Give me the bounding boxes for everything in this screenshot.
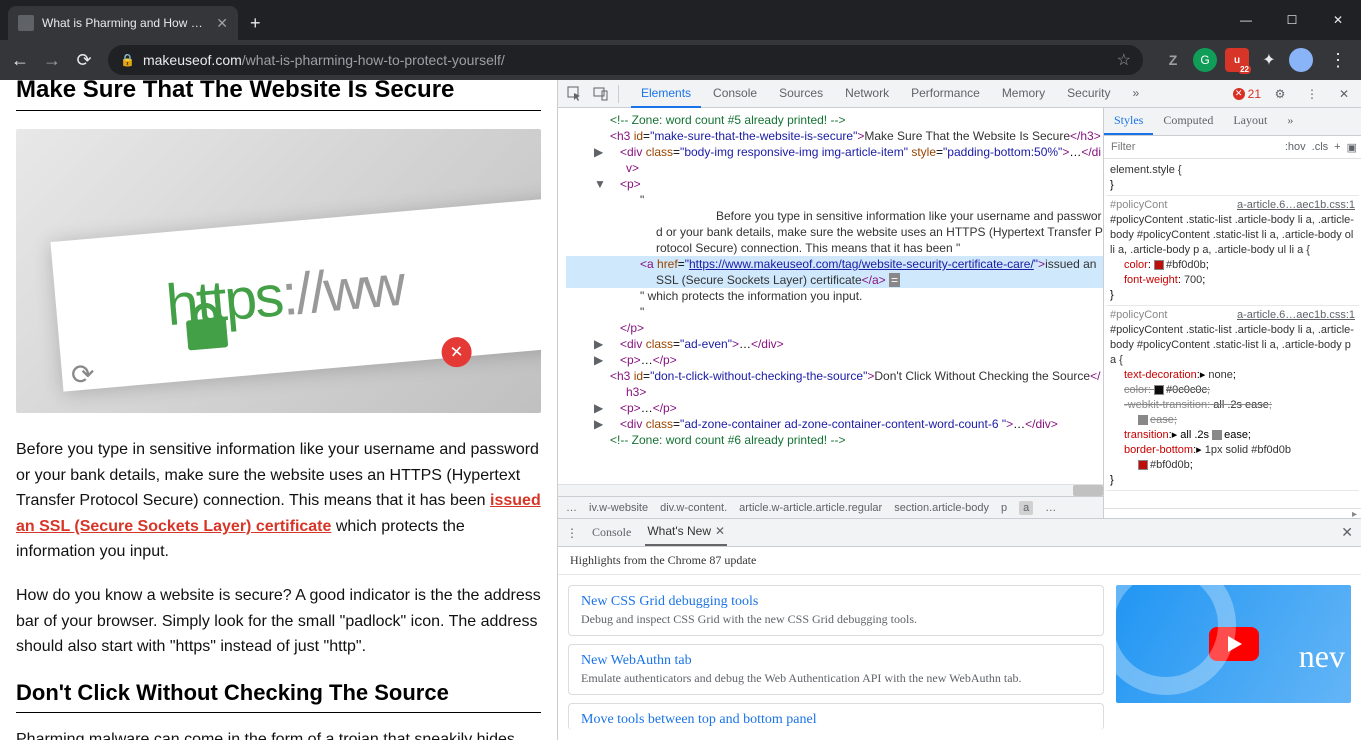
drawer-menu-icon[interactable]: ⋮ xyxy=(566,526,578,540)
browser-menu-icon[interactable]: ⋮ xyxy=(1321,50,1355,71)
styles-panel: Styles Computed Layout » :hov .cls + ▣ xyxy=(1103,108,1361,518)
inspect-element-icon[interactable] xyxy=(562,81,588,107)
extension-icons: Z G u22 ✦ ⋮ xyxy=(1161,48,1355,72)
devtools-panel: Elements Console Sources Network Perform… xyxy=(557,80,1361,740)
drawer-tab-whatsnew[interactable]: What's New✕ xyxy=(645,519,727,546)
section-heading: Make Sure That The Website Is Secure xyxy=(16,80,541,111)
forward-button[interactable]: → xyxy=(38,46,66,74)
reload-graphic-icon: ⟳ xyxy=(71,358,111,398)
browser-toolbar: ← → ⟳ 🔒 makeuseof.com/what-is-pharming-h… xyxy=(0,40,1361,80)
drawer-highlight: Highlights from the Chrome 87 update xyxy=(558,547,1361,575)
titlebar: What is Pharming and How Do Y ✕ + — ☐ ✕ xyxy=(0,0,1361,40)
url-domain: makeuseof.com xyxy=(143,52,242,68)
devtools-close-icon[interactable]: ✕ xyxy=(1331,81,1357,107)
extensions-menu-icon[interactable]: ✦ xyxy=(1257,48,1281,72)
styles-tab-styles[interactable]: Styles xyxy=(1104,108,1153,135)
window-controls: — ☐ ✕ xyxy=(1223,0,1361,40)
stylesheet-link[interactable]: a-article.6…aec1b.css:1 xyxy=(1237,198,1355,213)
back-button[interactable]: ← xyxy=(6,46,34,74)
extension-grammarly-icon[interactable]: G xyxy=(1193,48,1217,72)
whatsnew-card[interactable]: Move tools between top and bottom panel xyxy=(568,703,1104,730)
profile-avatar[interactable] xyxy=(1289,48,1313,72)
reload-button[interactable]: ⟳ xyxy=(70,46,98,74)
tab-title: What is Pharming and How Do Y xyxy=(42,16,208,30)
dom-breadcrumb[interactable]: … iv.w-website div.w-content. article.w-… xyxy=(558,496,1103,518)
devtools-tabs: Elements Console Sources Network Perform… xyxy=(631,80,1149,108)
devtools-header: Elements Console Sources Network Perform… xyxy=(558,80,1361,108)
devtools-drawer: ⋮ Console What's New✕ ✕ Highlights from … xyxy=(558,518,1361,740)
close-button[interactable]: ✕ xyxy=(1315,0,1361,40)
error-count[interactable]: ✕21 xyxy=(1233,87,1261,101)
url-bar[interactable]: 🔒 makeuseof.com/what-is-pharming-how-to-… xyxy=(108,45,1143,75)
new-rule-button[interactable]: + xyxy=(1334,141,1340,153)
tab-console[interactable]: Console xyxy=(703,80,767,108)
close-icon[interactable]: ✕ xyxy=(715,524,725,538)
whatsnew-card[interactable]: New WebAuthn tab Emulate authenticators … xyxy=(568,644,1104,695)
minimize-button[interactable]: — xyxy=(1223,0,1269,40)
stylesheet-link[interactable]: a-article.6…aec1b.css:1 xyxy=(1237,308,1355,323)
tab-close-icon[interactable]: ✕ xyxy=(216,15,228,32)
hero-image: https://ww ✕ ⟳ xyxy=(16,129,541,413)
paragraph: Before you type in sensitive information… xyxy=(16,437,541,565)
paragraph: How do you know a website is secure? A g… xyxy=(16,583,541,660)
section-heading: Don't Click Without Checking The Source xyxy=(16,680,541,713)
tab-security[interactable]: Security xyxy=(1057,80,1120,108)
ublock-badge: 22 xyxy=(1238,65,1251,74)
styles-tab-computed[interactable]: Computed xyxy=(1153,108,1223,135)
new-tab-button[interactable]: + xyxy=(238,13,273,34)
x-mark-icon: ✕ xyxy=(440,336,473,369)
tab-memory[interactable]: Memory xyxy=(992,80,1055,108)
whatsnew-card[interactable]: New CSS Grid debugging tools Debug and i… xyxy=(568,585,1104,636)
drawer-close-icon[interactable]: ✕ xyxy=(1341,524,1353,541)
styles-tab-layout[interactable]: Layout xyxy=(1223,108,1277,135)
hov-toggle[interactable]: :hov xyxy=(1285,141,1306,153)
whatsnew-video[interactable]: nev xyxy=(1116,585,1351,703)
cls-toggle[interactable]: .cls xyxy=(1312,141,1329,153)
url-path: /what-is-pharming-how-to-protect-yoursel… xyxy=(242,52,505,68)
favicon xyxy=(18,15,34,31)
lock-icon: 🔒 xyxy=(120,53,135,67)
tab-network[interactable]: Network xyxy=(835,80,899,108)
maximize-button[interactable]: ☐ xyxy=(1269,0,1315,40)
drawer-tab-console[interactable]: Console xyxy=(590,520,633,545)
devtools-menu-icon[interactable]: ⋮ xyxy=(1299,81,1325,107)
styles-rules[interactable]: element.style { } a-article.6…aec1b.css:… xyxy=(1104,159,1361,508)
paragraph: Pharming malware can come in the form of… xyxy=(16,727,541,740)
bookmark-icon[interactable]: ☆ xyxy=(1117,50,1131,70)
tab-elements[interactable]: Elements xyxy=(631,80,701,108)
device-toolbar-icon[interactable] xyxy=(588,81,614,107)
tabs-overflow-icon[interactable]: » xyxy=(1123,80,1150,108)
extension-z-icon[interactable]: Z xyxy=(1161,48,1185,72)
styles-panel-menu-icon[interactable]: ▣ xyxy=(1347,141,1357,154)
browser-tab[interactable]: What is Pharming and How Do Y ✕ xyxy=(8,6,238,40)
styles-tabs-overflow-icon[interactable]: » xyxy=(1277,108,1303,135)
settings-gear-icon[interactable]: ⚙ xyxy=(1267,81,1293,107)
dom-tree[interactable]: <!-- Zone: word count #5 already printed… xyxy=(558,108,1103,484)
horizontal-scrollbar[interactable] xyxy=(558,484,1103,496)
extension-ublock-icon[interactable]: u22 xyxy=(1225,48,1249,72)
styles-filter-input[interactable] xyxy=(1108,138,1285,156)
tab-sources[interactable]: Sources xyxy=(769,80,833,108)
page-content: Make Sure That The Website Is Secure htt… xyxy=(0,80,557,740)
tab-performance[interactable]: Performance xyxy=(901,80,990,108)
